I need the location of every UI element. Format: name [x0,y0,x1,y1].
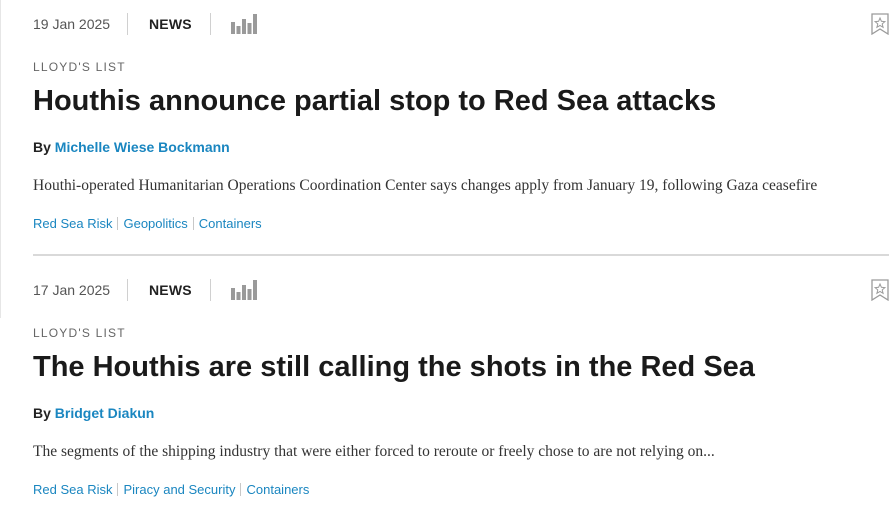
article-tags: Red Sea Risk Geopolitics Containers [33,215,889,231]
article-card: 17 Jan 2025 NEWS LLOYD'S LIST The Houthi… [33,266,889,510]
meta-divider [209,279,211,301]
article-headline[interactable]: Houthis announce partial stop to Red Sea… [33,83,889,119]
bookmark-star-icon[interactable] [871,13,889,36]
article-date: 19 Jan 2025 [33,16,111,32]
article-type: NEWS [149,16,192,32]
article-byline: By Michelle Wiese Bockmann [33,139,889,157]
article-type: NEWS [149,282,192,298]
bar-chart-icon [230,14,257,34]
article-byline: By Bridget Diakun [33,405,889,423]
article-card: 19 Jan 2025 NEWS LLOYD'S LIST Houthis an… [33,0,889,256]
article-source: LLOYD'S LIST [33,60,126,74]
article-summary: Houthi-operated Humanitarian Operations … [33,177,818,194]
article-tags: Red Sea Risk Piracy and Security Contain… [33,481,889,497]
bar-chart-icon [230,280,257,300]
bookmark-star-icon[interactable] [871,279,889,302]
article-source: LLOYD'S LIST [33,326,126,340]
left-border-rule [0,0,1,318]
article-headline[interactable]: The Houthis are still calling the shots … [33,349,889,385]
tag-link[interactable]: Red Sea Risk [33,482,112,497]
tag-divider [117,482,119,496]
article-summary: The segments of the shipping industry th… [33,443,715,460]
tag-link[interactable]: Containers [246,482,309,497]
tag-divider [117,216,119,230]
article-date: 17 Jan 2025 [33,282,111,298]
article-meta: 19 Jan 2025 NEWS [33,0,889,48]
tag-divider [192,216,194,230]
tag-link[interactable]: Containers [199,216,262,231]
meta-divider [209,13,211,35]
tag-divider [240,482,242,496]
tag-link[interactable]: Geopolitics [123,216,187,231]
byline-label: By [33,405,51,421]
author-link[interactable]: Michelle Wiese Bockmann [55,139,230,155]
tag-link[interactable]: Red Sea Risk [33,216,112,231]
author-link[interactable]: Bridget Diakun [55,405,155,421]
byline-label: By [33,139,51,155]
tag-link[interactable]: Piracy and Security [123,482,235,497]
article-meta: 17 Jan 2025 NEWS [33,266,889,314]
